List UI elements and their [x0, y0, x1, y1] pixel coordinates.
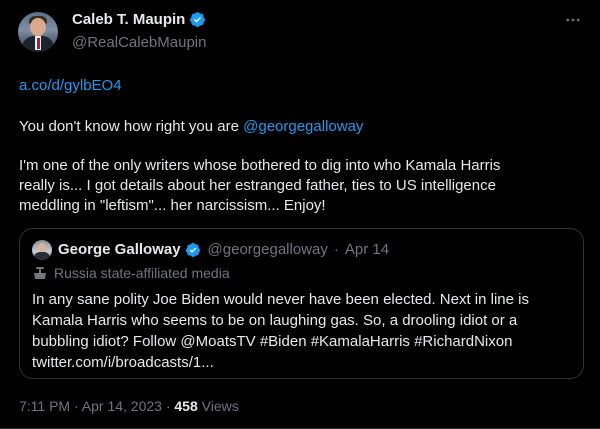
views-label: Views	[197, 398, 239, 414]
tweet-timestamp[interactable]: 7:11 PM · Apr 14, 2023 ·	[19, 398, 174, 414]
quoted-text-line: bubbling idiot? Follow @MoatsTV #Biden #…	[32, 333, 513, 350]
quoted-text: In any sane polity Joe Biden would never…	[32, 289, 572, 373]
quoted-display-name[interactable]: George Galloway	[58, 241, 181, 258]
state-media-label[interactable]: Russia state-affiliated media	[32, 265, 230, 281]
mention-link[interactable]: @georgegalloway	[243, 118, 363, 135]
tweet-paragraph: I'm one of the only writers whose bother…	[19, 156, 589, 216]
quoted-handle[interactable]: @georgegalloway	[208, 241, 328, 258]
author-name-row: Caleb T. Maupin	[72, 11, 206, 28]
views-count: 458	[174, 398, 198, 414]
tweet-line-text: You don't know how right you are	[19, 118, 244, 135]
tweet-paragraph-line: really is... I got details about her est…	[19, 177, 496, 194]
quoted-separator: ·	[333, 241, 339, 258]
tweet-paragraph-line: I'm one of the only writers whose bother…	[19, 157, 501, 174]
verified-badge-icon	[190, 12, 206, 27]
quoted-text-line: twitter.com/i/broadcasts/1...	[32, 354, 214, 371]
tweet-link[interactable]: a.co/d/gylbEO4	[19, 77, 122, 94]
tweet-card: Caleb T. Maupin @RealCalebMaupin a.co/d/…	[0, 0, 600, 429]
tweet-meta: 7:11 PM · Apr 14, 2023 · 458 Views	[19, 398, 239, 414]
podium-icon	[34, 267, 46, 279]
quoted-text-line: Kamala Harris who seems to be on laughin…	[32, 312, 518, 329]
tweet-paragraph-line: meddling in "leftism"... her narcissism.…	[19, 197, 326, 214]
quoted-tweet[interactable]: George Galloway @georgegalloway · Apr 14…	[19, 228, 584, 379]
quoted-text-line: In any sane polity Joe Biden would never…	[32, 291, 529, 308]
state-media-label-text: Russia state-affiliated media	[54, 265, 230, 281]
author-handle[interactable]: @RealCalebMaupin	[72, 34, 206, 51]
quoted-author-avatar[interactable]	[32, 240, 52, 260]
verified-badge-icon	[185, 242, 200, 257]
tweet-line: You don't know how right you are @george…	[19, 118, 363, 135]
author-display-name[interactable]: Caleb T. Maupin	[72, 11, 185, 28]
author-avatar[interactable]	[18, 12, 58, 52]
more-options-icon[interactable]	[562, 10, 584, 30]
quoted-date[interactable]: Apr 14	[345, 241, 389, 258]
quoted-header: George Galloway @georgegalloway · Apr 14	[58, 241, 389, 258]
